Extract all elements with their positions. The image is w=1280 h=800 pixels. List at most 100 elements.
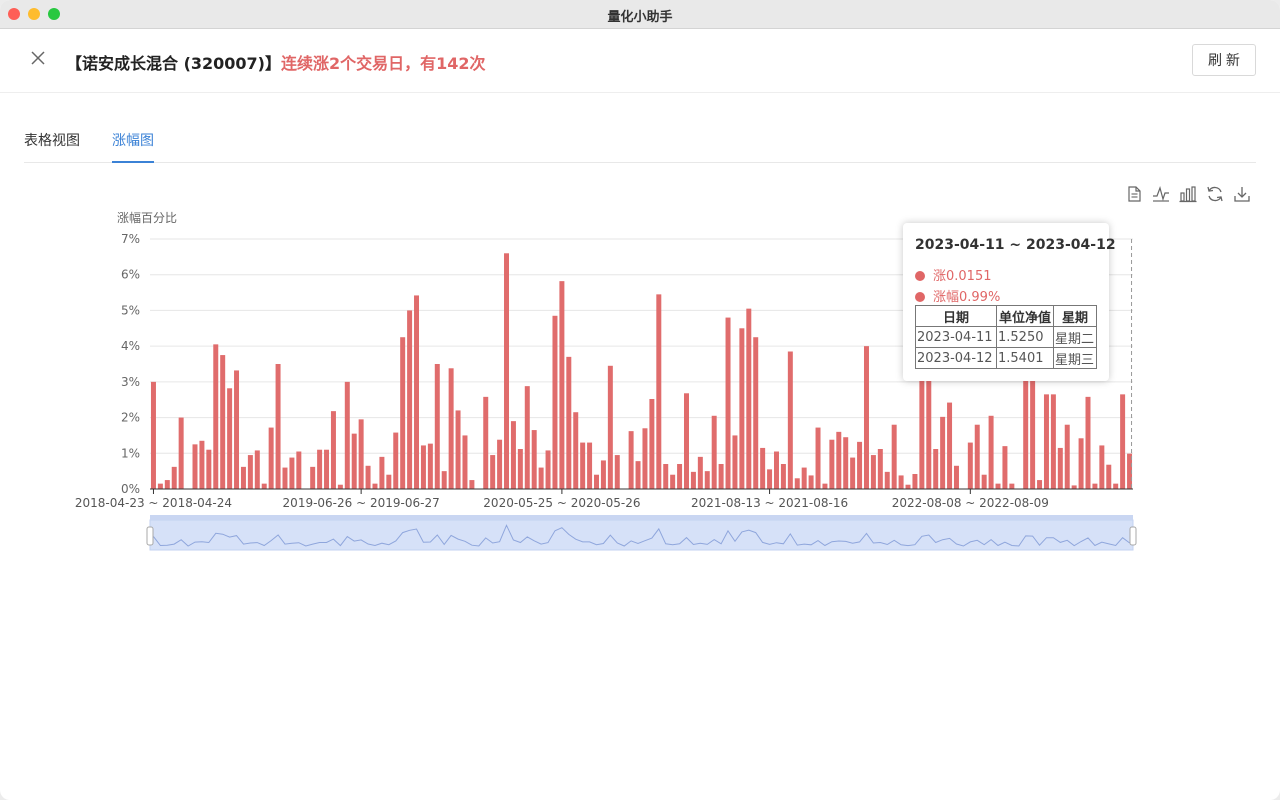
bar xyxy=(178,417,184,489)
bar xyxy=(600,460,606,489)
bar xyxy=(843,437,849,489)
bar xyxy=(234,370,240,489)
bar xyxy=(524,386,530,489)
zoom-window[interactable] xyxy=(149,519,1134,551)
bar xyxy=(538,467,544,489)
column-header: 单位净值 xyxy=(996,305,1054,327)
bar xyxy=(614,455,620,489)
bar xyxy=(344,381,350,489)
bar xyxy=(587,442,593,489)
bar xyxy=(420,445,426,489)
bar xyxy=(206,449,212,489)
bar xyxy=(240,466,246,489)
bar xyxy=(317,449,323,489)
bar xyxy=(372,483,378,489)
bar xyxy=(815,427,821,489)
bar xyxy=(836,431,842,489)
bar xyxy=(517,449,523,489)
bar xyxy=(573,412,579,489)
bar xyxy=(794,478,800,489)
bar xyxy=(455,410,461,489)
y-tick-label: 0% xyxy=(121,482,140,496)
y-tick-label: 7% xyxy=(121,232,140,246)
bar xyxy=(310,466,316,489)
bar xyxy=(974,424,980,489)
bar xyxy=(953,465,959,489)
bar xyxy=(434,364,440,489)
bar xyxy=(628,431,634,489)
bar xyxy=(677,464,683,489)
bar xyxy=(414,295,420,489)
bar xyxy=(337,484,343,489)
cell-nav: 1.5401 xyxy=(996,347,1054,369)
zoom-right-handle[interactable] xyxy=(1129,526,1137,546)
bar xyxy=(649,399,655,489)
cell-weekday: 星期二 xyxy=(1053,326,1097,348)
bar xyxy=(670,474,676,489)
bar xyxy=(656,294,662,489)
zoom-left-handle[interactable] xyxy=(146,526,154,546)
bar xyxy=(379,456,385,489)
y-tick-label: 5% xyxy=(121,303,140,317)
app-window: 量化小助手 【诺安成长混合 (320007)】连续涨2个交易日，有142次 刷 … xyxy=(0,0,1280,800)
bar xyxy=(988,415,994,489)
tooltip-detail-table: 日期 单位净值 星期 2023-04-11 1.5250 星期二 2023-04… xyxy=(915,305,1097,369)
bar xyxy=(594,474,599,489)
bar xyxy=(1002,446,1008,489)
bar xyxy=(483,396,489,489)
bar xyxy=(863,346,869,489)
bar xyxy=(490,455,496,489)
bar xyxy=(462,435,468,489)
bar xyxy=(296,451,302,489)
cell-weekday: 星期三 xyxy=(1053,347,1097,369)
bar xyxy=(213,344,219,489)
bar xyxy=(981,474,987,489)
bar xyxy=(545,450,551,489)
bar xyxy=(642,428,648,489)
bar xyxy=(801,467,807,489)
series-dot xyxy=(915,292,925,302)
bar xyxy=(351,433,357,489)
bar xyxy=(919,378,925,489)
bar xyxy=(663,464,669,489)
bar xyxy=(566,356,572,489)
bar xyxy=(497,439,503,489)
x-tick-label: 2021-08-13 ~ 2021-08-16 xyxy=(691,496,848,510)
bar xyxy=(635,461,641,489)
x-tick-label: 2022-08-08 ~ 2022-08-09 xyxy=(892,496,1049,510)
bar xyxy=(891,424,897,489)
bar xyxy=(967,442,973,489)
bar xyxy=(697,456,703,489)
bar xyxy=(254,450,260,489)
bar xyxy=(330,411,336,489)
cell-date: 2023-04-11 xyxy=(915,326,997,348)
bar xyxy=(1043,394,1049,489)
bar xyxy=(1085,396,1091,489)
bar xyxy=(220,355,226,489)
bar xyxy=(877,449,883,489)
tooltip-date-range: 2023-04-11 ~ 2023-04-12 xyxy=(915,237,1116,253)
bar xyxy=(822,483,828,489)
bar xyxy=(386,474,392,489)
bar xyxy=(773,451,779,489)
bar xyxy=(1092,483,1098,489)
bar xyxy=(870,455,876,489)
bar xyxy=(1099,445,1105,489)
bar xyxy=(192,444,198,489)
bar xyxy=(1030,376,1036,489)
bar xyxy=(504,253,510,489)
bar xyxy=(441,471,447,489)
bar xyxy=(510,421,516,489)
bar xyxy=(787,351,793,489)
bar xyxy=(324,449,330,489)
bar xyxy=(199,440,205,489)
bar xyxy=(829,439,835,489)
rise-bar-chart: 0% 1% 2% 3% 4% 5% 6% 7% 2018-04-23 ~ 2018-04-24 2… xyxy=(75,210,1137,551)
bar xyxy=(1120,394,1126,489)
bar xyxy=(905,484,911,489)
zoom-top-bar[interactable] xyxy=(150,515,1133,520)
column-header: 星期 xyxy=(1053,305,1097,327)
bar xyxy=(857,441,863,489)
bar xyxy=(427,443,433,489)
y-tick-label: 3% xyxy=(121,375,140,389)
